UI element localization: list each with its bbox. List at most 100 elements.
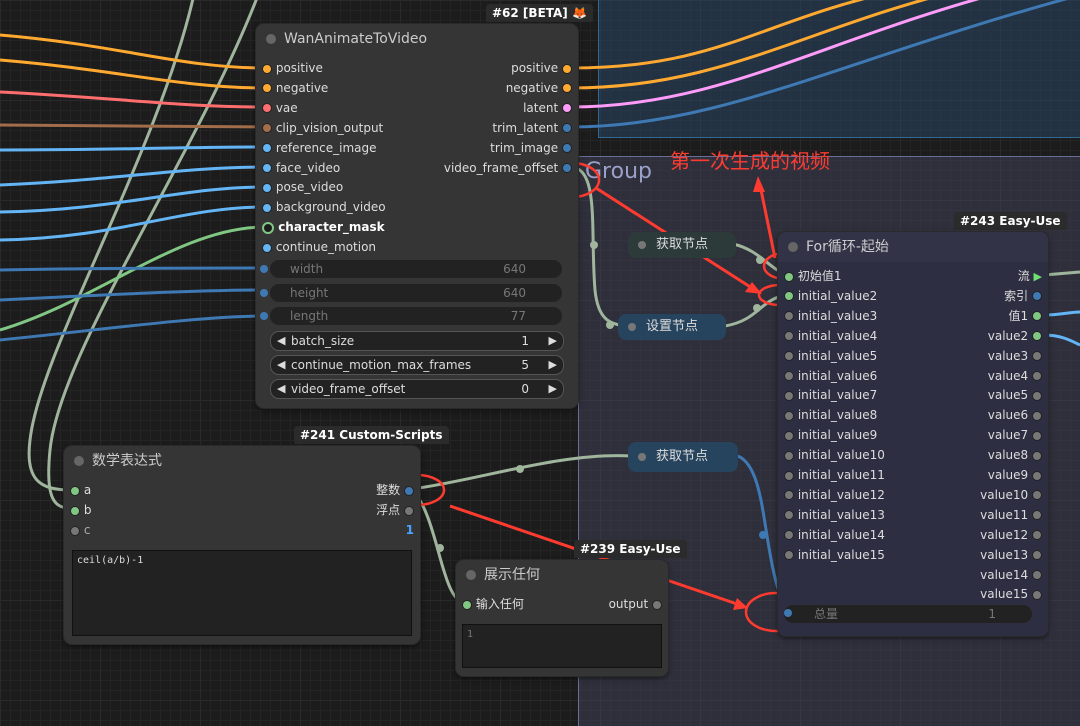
- output-slot-3[interactable]: 值1: [1009, 308, 1042, 324]
- show-anything-node[interactable]: 展示任何 输入任何 output 1: [456, 560, 668, 676]
- input-slot-5[interactable]: initial_value5: [784, 348, 877, 364]
- wire: [0, 314, 266, 342]
- output-slot-trim-latent[interactable]: trim_latent: [492, 120, 572, 136]
- input-slot-3[interactable]: initial_value3: [784, 308, 877, 324]
- output-slot-6[interactable]: value4: [988, 368, 1042, 384]
- input-slot-negative[interactable]: negative: [262, 80, 328, 96]
- increment-arrow-icon[interactable]: ▶: [549, 332, 557, 350]
- output-slot-10[interactable]: value8: [988, 447, 1042, 463]
- input-slot-positive[interactable]: positive: [262, 60, 323, 76]
- output-slot-1[interactable]: 流 ▶: [1018, 268, 1042, 284]
- wire: [569, 0, 929, 90]
- input-slot-10[interactable]: initial_value10: [784, 447, 885, 463]
- wire: [1043, 333, 1080, 347]
- node-title-text: For循环-起始: [806, 239, 889, 255]
- input-slot-9[interactable]: initial_value9: [784, 427, 877, 443]
- node-title[interactable]: 数学表达式: [64, 446, 420, 476]
- output-slot-15[interactable]: value13: [980, 547, 1042, 563]
- decrement-arrow-icon[interactable]: ◀: [277, 380, 285, 398]
- widget-width[interactable]: width 640: [260, 260, 562, 278]
- output-slot[interactable]: output: [609, 596, 662, 612]
- output-slot-video-frame-offset[interactable]: video_frame_offset: [444, 160, 572, 176]
- output-slot-positive[interactable]: positive: [511, 60, 572, 76]
- math-expression-node[interactable]: 数学表达式 a b c 整数 浮点 1 ceil(a/b)-1: [64, 446, 420, 644]
- node-title[interactable]: 展示任何: [456, 560, 668, 590]
- collapse-dot[interactable]: [266, 34, 276, 44]
- collapse-dot[interactable]: [638, 241, 646, 249]
- collapse-dot[interactable]: [638, 453, 646, 461]
- output-slot-17[interactable]: value15: [980, 586, 1042, 602]
- wire: [47, 0, 258, 510]
- input-slot-8[interactable]: initial_value8: [784, 407, 877, 423]
- output-slot-11[interactable]: value9: [988, 467, 1042, 483]
- input-slot-15[interactable]: initial_value15: [784, 547, 885, 563]
- output-slot-12[interactable]: value10: [980, 487, 1042, 503]
- input-slot-reference-image[interactable]: reference_image: [262, 140, 377, 156]
- display-textarea[interactable]: 1: [462, 624, 662, 668]
- input-slot-12[interactable]: initial_value12: [784, 487, 885, 503]
- wan-animate-node[interactable]: WanAnimateToVideo positive negative vae …: [256, 24, 578, 408]
- widget-batch-size[interactable]: ◀ ▶ batch_size 1: [270, 331, 564, 351]
- input-slot-1[interactable]: 初始值1: [784, 268, 841, 284]
- output-slot-13[interactable]: value11: [980, 507, 1042, 523]
- widget-continue-motion-max-frames[interactable]: ◀ ▶ continue_motion_max_frames 5: [270, 355, 564, 375]
- input-slot-4[interactable]: initial_value4: [784, 328, 877, 344]
- output-slot-16[interactable]: value14: [980, 567, 1042, 583]
- input-slot-c[interactable]: c: [70, 522, 90, 538]
- node-title-text: WanAnimateToVideo: [284, 31, 428, 47]
- input-slot-background-video[interactable]: background_video: [262, 199, 386, 215]
- output-slot-latent[interactable]: latent: [523, 100, 572, 116]
- widget-video-frame-offset[interactable]: ◀ ▶ video_frame_offset 0: [270, 379, 564, 399]
- input-slot-a[interactable]: a: [70, 482, 91, 498]
- output-slot-trim-image[interactable]: trim_image: [490, 140, 572, 156]
- output-slot-4[interactable]: value2: [988, 328, 1042, 344]
- expression-textarea[interactable]: ceil(a/b)-1: [72, 550, 412, 636]
- node-title[interactable]: For循环-起始: [778, 232, 1048, 262]
- input-slot-14[interactable]: initial_value14: [784, 527, 885, 543]
- increment-arrow-icon[interactable]: ▶: [549, 380, 557, 398]
- output-slot-8[interactable]: value6: [988, 407, 1042, 423]
- node-title[interactable]: WanAnimateToVideo: [256, 24, 578, 54]
- widget-length[interactable]: length 77: [260, 307, 562, 325]
- input-slot-vae[interactable]: vae: [262, 100, 298, 116]
- collapse-dot[interactable]: [74, 456, 84, 466]
- increment-arrow-icon[interactable]: ▶: [549, 356, 557, 374]
- decrement-arrow-icon[interactable]: ◀: [277, 332, 285, 350]
- input-slot-b[interactable]: b: [70, 502, 91, 518]
- output-slot-5[interactable]: value3: [988, 348, 1042, 364]
- input-slot-13[interactable]: initial_value13: [784, 507, 885, 523]
- for-loop-start-node[interactable]: For循环-起始 初始值1 initial_value2 initial_val…: [778, 232, 1048, 636]
- input-slot-2[interactable]: initial_value2: [784, 288, 877, 304]
- output-slot-2[interactable]: 索引: [1004, 288, 1042, 304]
- input-slot-7[interactable]: initial_value7: [784, 387, 877, 403]
- widget-height[interactable]: height 640: [260, 284, 562, 302]
- input-slot-character-mask[interactable]: character_mask: [262, 219, 385, 235]
- output-slot-9[interactable]: value7: [988, 427, 1042, 443]
- wire: [569, 0, 865, 70]
- node-title-text: 获取节点: [656, 237, 709, 252]
- workflow-canvas[interactable]: Group 第一次生成的视频 #62 [BETA] 🦊 WanAnimateTo…: [0, 0, 1080, 726]
- input-slot-clip-vision-output[interactable]: clip_vision_output: [262, 120, 383, 136]
- get-node-2[interactable]: 获取节点: [628, 442, 738, 472]
- decrement-arrow-icon[interactable]: ◀: [277, 356, 285, 374]
- input-slot-face-video[interactable]: face_video: [262, 160, 340, 176]
- output-value: 1: [405, 523, 414, 537]
- get-node-1[interactable]: 获取节点: [628, 232, 736, 258]
- output-slot-14[interactable]: value12: [980, 527, 1042, 543]
- output-slot-7[interactable]: value5: [988, 387, 1042, 403]
- input-slot-any[interactable]: 输入任何: [462, 596, 524, 612]
- input-slot-continue-motion[interactable]: continue_motion: [262, 239, 376, 255]
- input-slot-6[interactable]: initial_value6: [784, 368, 877, 384]
- play-arrow-icon: ▶: [1033, 270, 1042, 283]
- collapse-dot[interactable]: [466, 570, 476, 580]
- output-slot-negative[interactable]: negative: [506, 80, 572, 96]
- total-widget[interactable]: 总量 1: [784, 605, 1032, 623]
- output-slot-float[interactable]: 浮点: [376, 502, 414, 518]
- set-node-1[interactable]: 设置节点: [618, 314, 726, 340]
- collapse-dot[interactable]: [788, 242, 798, 252]
- collapse-dot[interactable]: [628, 323, 636, 331]
- input-slot-pose-video[interactable]: pose_video: [262, 179, 343, 195]
- input-slot-11[interactable]: initial_value11: [784, 467, 885, 483]
- output-slot-int[interactable]: 整数: [376, 482, 414, 498]
- wire: [0, 123, 266, 129]
